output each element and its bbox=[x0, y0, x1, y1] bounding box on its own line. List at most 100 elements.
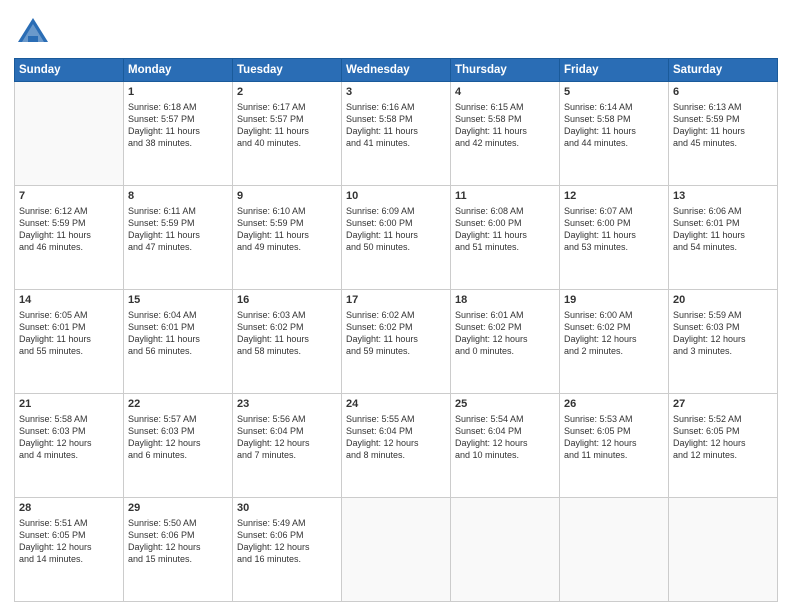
calendar-week-2: 7Sunrise: 6:12 AM Sunset: 5:59 PM Daylig… bbox=[15, 186, 778, 290]
calendar-cell: 19Sunrise: 6:00 AM Sunset: 6:02 PM Dayli… bbox=[560, 290, 669, 394]
calendar-table: SundayMondayTuesdayWednesdayThursdayFrid… bbox=[14, 58, 778, 602]
calendar-cell: 20Sunrise: 5:59 AM Sunset: 6:03 PM Dayli… bbox=[669, 290, 778, 394]
day-number: 6 bbox=[673, 85, 773, 100]
calendar-cell: 23Sunrise: 5:56 AM Sunset: 6:04 PM Dayli… bbox=[233, 394, 342, 498]
calendar-cell: 26Sunrise: 5:53 AM Sunset: 6:05 PM Dayli… bbox=[560, 394, 669, 498]
day-info: Sunrise: 5:50 AM Sunset: 6:06 PM Dayligh… bbox=[128, 517, 228, 566]
calendar-cell: 5Sunrise: 6:14 AM Sunset: 5:58 PM Daylig… bbox=[560, 82, 669, 186]
calendar-cell: 11Sunrise: 6:08 AM Sunset: 6:00 PM Dayli… bbox=[451, 186, 560, 290]
day-number: 17 bbox=[346, 293, 446, 308]
calendar-header-wednesday: Wednesday bbox=[342, 59, 451, 82]
day-info: Sunrise: 6:14 AM Sunset: 5:58 PM Dayligh… bbox=[564, 101, 664, 150]
calendar-cell: 21Sunrise: 5:58 AM Sunset: 6:03 PM Dayli… bbox=[15, 394, 124, 498]
day-number: 8 bbox=[128, 189, 228, 204]
calendar-cell: 29Sunrise: 5:50 AM Sunset: 6:06 PM Dayli… bbox=[124, 498, 233, 602]
calendar-cell bbox=[451, 498, 560, 602]
day-info: Sunrise: 5:53 AM Sunset: 6:05 PM Dayligh… bbox=[564, 413, 664, 462]
day-number: 16 bbox=[237, 293, 337, 308]
calendar-cell: 17Sunrise: 6:02 AM Sunset: 6:02 PM Dayli… bbox=[342, 290, 451, 394]
calendar-header-tuesday: Tuesday bbox=[233, 59, 342, 82]
day-info: Sunrise: 5:56 AM Sunset: 6:04 PM Dayligh… bbox=[237, 413, 337, 462]
calendar-cell bbox=[15, 82, 124, 186]
day-number: 18 bbox=[455, 293, 555, 308]
calendar-cell: 13Sunrise: 6:06 AM Sunset: 6:01 PM Dayli… bbox=[669, 186, 778, 290]
day-number: 28 bbox=[19, 501, 119, 516]
day-info: Sunrise: 6:15 AM Sunset: 5:58 PM Dayligh… bbox=[455, 101, 555, 150]
day-info: Sunrise: 5:59 AM Sunset: 6:03 PM Dayligh… bbox=[673, 309, 773, 358]
calendar-header-sunday: Sunday bbox=[15, 59, 124, 82]
day-number: 24 bbox=[346, 397, 446, 412]
logo bbox=[14, 14, 56, 52]
day-number: 30 bbox=[237, 501, 337, 516]
day-number: 23 bbox=[237, 397, 337, 412]
calendar-header-monday: Monday bbox=[124, 59, 233, 82]
day-number: 2 bbox=[237, 85, 337, 100]
day-number: 11 bbox=[455, 189, 555, 204]
day-number: 5 bbox=[564, 85, 664, 100]
day-info: Sunrise: 6:11 AM Sunset: 5:59 PM Dayligh… bbox=[128, 205, 228, 254]
day-info: Sunrise: 6:02 AM Sunset: 6:02 PM Dayligh… bbox=[346, 309, 446, 358]
day-number: 27 bbox=[673, 397, 773, 412]
calendar-cell: 25Sunrise: 5:54 AM Sunset: 6:04 PM Dayli… bbox=[451, 394, 560, 498]
day-number: 22 bbox=[128, 397, 228, 412]
day-number: 21 bbox=[19, 397, 119, 412]
calendar-week-3: 14Sunrise: 6:05 AM Sunset: 6:01 PM Dayli… bbox=[15, 290, 778, 394]
calendar-cell: 16Sunrise: 6:03 AM Sunset: 6:02 PM Dayli… bbox=[233, 290, 342, 394]
day-number: 25 bbox=[455, 397, 555, 412]
calendar-cell: 28Sunrise: 5:51 AM Sunset: 6:05 PM Dayli… bbox=[15, 498, 124, 602]
day-info: Sunrise: 6:06 AM Sunset: 6:01 PM Dayligh… bbox=[673, 205, 773, 254]
day-info: Sunrise: 6:12 AM Sunset: 5:59 PM Dayligh… bbox=[19, 205, 119, 254]
header bbox=[14, 10, 778, 52]
day-info: Sunrise: 6:00 AM Sunset: 6:02 PM Dayligh… bbox=[564, 309, 664, 358]
day-info: Sunrise: 6:03 AM Sunset: 6:02 PM Dayligh… bbox=[237, 309, 337, 358]
day-info: Sunrise: 6:09 AM Sunset: 6:00 PM Dayligh… bbox=[346, 205, 446, 254]
day-number: 12 bbox=[564, 189, 664, 204]
day-number: 4 bbox=[455, 85, 555, 100]
day-number: 7 bbox=[19, 189, 119, 204]
calendar-cell: 22Sunrise: 5:57 AM Sunset: 6:03 PM Dayli… bbox=[124, 394, 233, 498]
day-info: Sunrise: 6:07 AM Sunset: 6:00 PM Dayligh… bbox=[564, 205, 664, 254]
day-number: 20 bbox=[673, 293, 773, 308]
calendar-header-row: SundayMondayTuesdayWednesdayThursdayFrid… bbox=[15, 59, 778, 82]
day-number: 1 bbox=[128, 85, 228, 100]
day-info: Sunrise: 6:13 AM Sunset: 5:59 PM Dayligh… bbox=[673, 101, 773, 150]
day-number: 9 bbox=[237, 189, 337, 204]
calendar-header-friday: Friday bbox=[560, 59, 669, 82]
calendar-cell bbox=[669, 498, 778, 602]
day-info: Sunrise: 5:58 AM Sunset: 6:03 PM Dayligh… bbox=[19, 413, 119, 462]
day-number: 29 bbox=[128, 501, 228, 516]
calendar-cell: 24Sunrise: 5:55 AM Sunset: 6:04 PM Dayli… bbox=[342, 394, 451, 498]
calendar-week-1: 1Sunrise: 6:18 AM Sunset: 5:57 PM Daylig… bbox=[15, 82, 778, 186]
day-info: Sunrise: 6:08 AM Sunset: 6:00 PM Dayligh… bbox=[455, 205, 555, 254]
calendar-week-4: 21Sunrise: 5:58 AM Sunset: 6:03 PM Dayli… bbox=[15, 394, 778, 498]
page: SundayMondayTuesdayWednesdayThursdayFrid… bbox=[0, 0, 792, 612]
day-number: 3 bbox=[346, 85, 446, 100]
calendar-cell: 12Sunrise: 6:07 AM Sunset: 6:00 PM Dayli… bbox=[560, 186, 669, 290]
day-number: 10 bbox=[346, 189, 446, 204]
calendar-cell: 8Sunrise: 6:11 AM Sunset: 5:59 PM Daylig… bbox=[124, 186, 233, 290]
day-info: Sunrise: 5:54 AM Sunset: 6:04 PM Dayligh… bbox=[455, 413, 555, 462]
day-number: 13 bbox=[673, 189, 773, 204]
day-info: Sunrise: 6:17 AM Sunset: 5:57 PM Dayligh… bbox=[237, 101, 337, 150]
logo-icon bbox=[14, 14, 52, 52]
calendar-header-thursday: Thursday bbox=[451, 59, 560, 82]
calendar-cell: 14Sunrise: 6:05 AM Sunset: 6:01 PM Dayli… bbox=[15, 290, 124, 394]
day-info: Sunrise: 6:16 AM Sunset: 5:58 PM Dayligh… bbox=[346, 101, 446, 150]
day-number: 15 bbox=[128, 293, 228, 308]
calendar-cell: 3Sunrise: 6:16 AM Sunset: 5:58 PM Daylig… bbox=[342, 82, 451, 186]
calendar-week-5: 28Sunrise: 5:51 AM Sunset: 6:05 PM Dayli… bbox=[15, 498, 778, 602]
calendar-cell: 1Sunrise: 6:18 AM Sunset: 5:57 PM Daylig… bbox=[124, 82, 233, 186]
day-info: Sunrise: 5:52 AM Sunset: 6:05 PM Dayligh… bbox=[673, 413, 773, 462]
day-info: Sunrise: 5:51 AM Sunset: 6:05 PM Dayligh… bbox=[19, 517, 119, 566]
day-number: 19 bbox=[564, 293, 664, 308]
calendar-cell bbox=[342, 498, 451, 602]
day-number: 26 bbox=[564, 397, 664, 412]
day-info: Sunrise: 5:55 AM Sunset: 6:04 PM Dayligh… bbox=[346, 413, 446, 462]
day-info: Sunrise: 6:10 AM Sunset: 5:59 PM Dayligh… bbox=[237, 205, 337, 254]
calendar-cell: 18Sunrise: 6:01 AM Sunset: 6:02 PM Dayli… bbox=[451, 290, 560, 394]
calendar-cell: 9Sunrise: 6:10 AM Sunset: 5:59 PM Daylig… bbox=[233, 186, 342, 290]
calendar-header-saturday: Saturday bbox=[669, 59, 778, 82]
calendar-cell: 15Sunrise: 6:04 AM Sunset: 6:01 PM Dayli… bbox=[124, 290, 233, 394]
calendar-cell: 10Sunrise: 6:09 AM Sunset: 6:00 PM Dayli… bbox=[342, 186, 451, 290]
day-number: 14 bbox=[19, 293, 119, 308]
